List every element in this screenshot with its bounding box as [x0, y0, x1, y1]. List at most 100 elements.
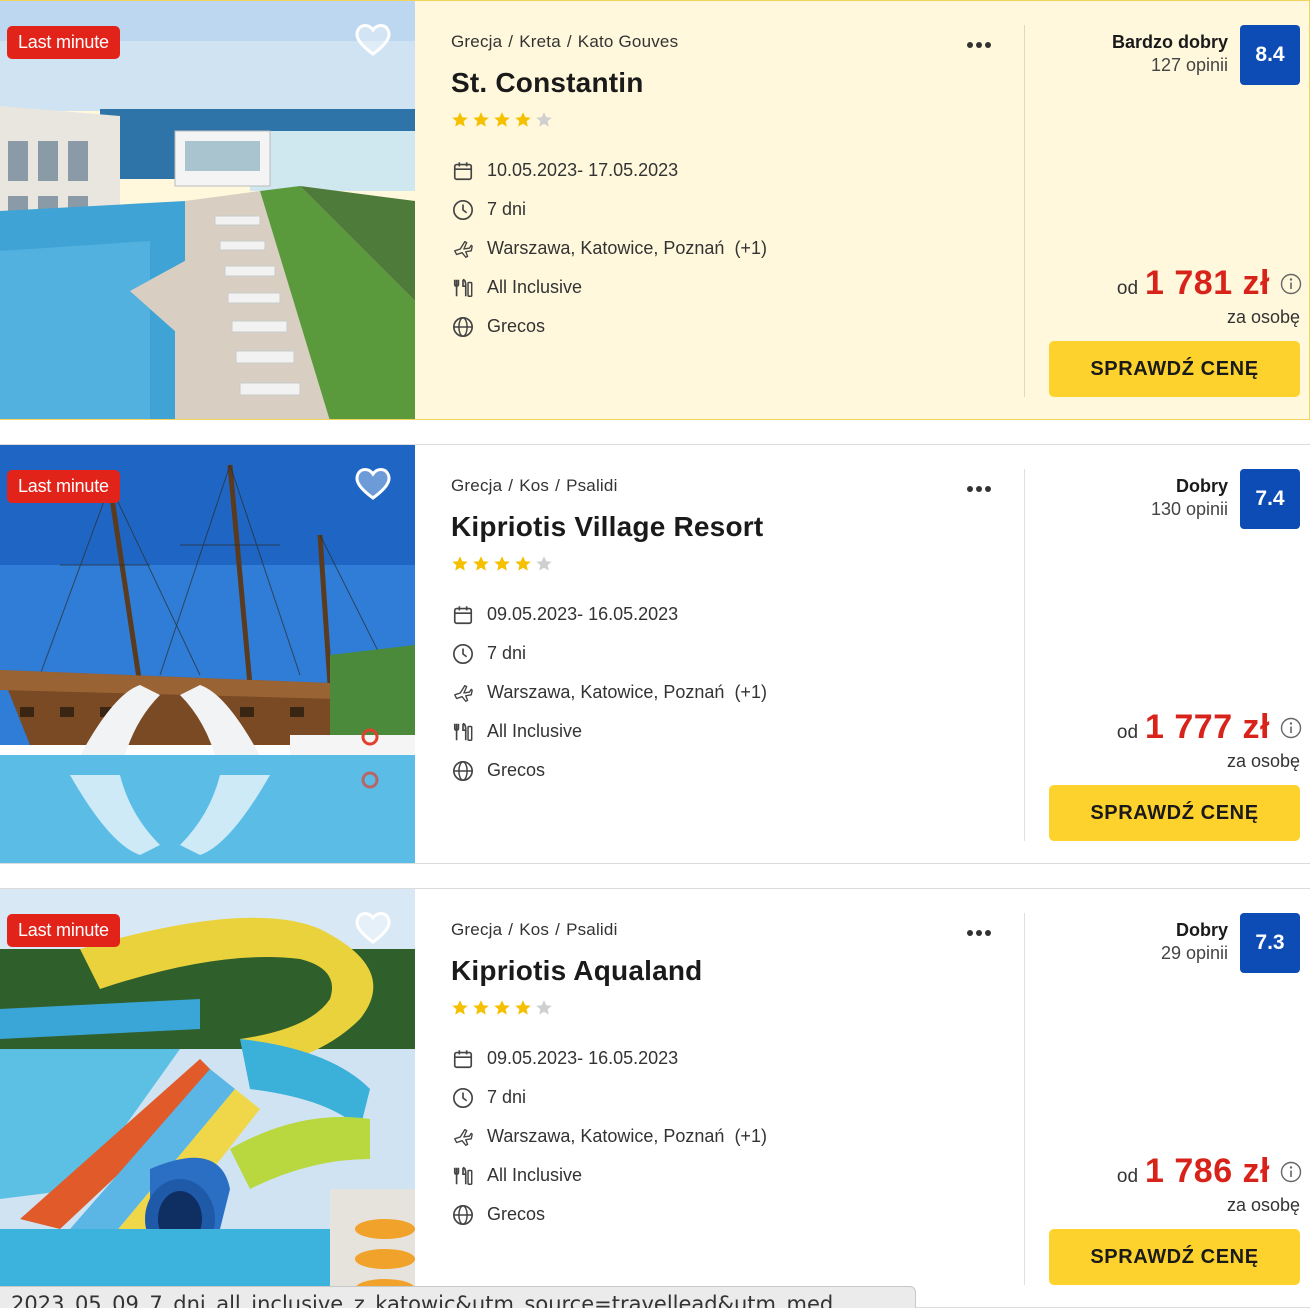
board-row: All Inclusive [451, 268, 767, 307]
waterslides-photo [0, 889, 415, 1307]
departures-more[interactable]: (+1) [734, 1126, 767, 1147]
offer-facts: 09.05.2023- 16.05.2023 7 dni Warszawa, K… [451, 1039, 767, 1234]
hotel-name[interactable]: Kipriotis Village Resort [451, 511, 763, 543]
more-options-icon[interactable] [967, 921, 999, 941]
star-filled-icon [514, 999, 532, 1021]
price-amount: 1 786 zł [1145, 1152, 1270, 1190]
dates-text: 09.05.2023- 16.05.2023 [487, 1048, 679, 1068]
duration-row: 7 dni [451, 634, 767, 673]
operator-text: Grecos [487, 1204, 546, 1224]
rating-summary: Dobry 130 opinii [1151, 476, 1228, 520]
star-filled-icon [451, 999, 469, 1021]
score-badge: 7.4 [1240, 469, 1300, 529]
price-note: za osobę [1226, 307, 1300, 327]
duration-row: 7 dni [451, 190, 767, 229]
departures-text: Warszawa, Katowice, Poznań [487, 682, 725, 702]
price-note: za osobę [1226, 1195, 1300, 1215]
dates-row: 09.05.2023- 16.05.2023 [451, 1039, 767, 1078]
board-row: All Inclusive [451, 1156, 767, 1195]
star-filled-icon [451, 555, 469, 577]
hotel-name[interactable]: St. Constantin [451, 67, 644, 99]
offer-facts: 09.05.2023- 16.05.2023 7 dni Warszawa, K… [451, 595, 767, 790]
cutlery-icon [451, 276, 475, 300]
globe-icon [451, 759, 475, 783]
operator-row: Grecos [451, 1195, 767, 1234]
operator-text: Grecos [487, 316, 546, 336]
star-filled-icon [493, 555, 511, 577]
globe-icon [451, 1203, 475, 1227]
offer-info: Grecja / Kos / Psalidi Kipriotis Village Res… [415, 445, 1025, 863]
departures-text: Warszawa, Katowice, Poznań [487, 1126, 725, 1146]
price-prefix: od [1116, 278, 1139, 299]
dates-text: 10.05.2023- 17.05.2023 [487, 160, 679, 180]
duration-text: 7 dni [487, 1087, 527, 1107]
board-text: All Inclusive [487, 277, 583, 297]
heart-icon[interactable] [354, 467, 392, 501]
hotel-photo[interactable]: Last minute [0, 445, 415, 863]
info-icon[interactable] [1280, 273, 1302, 295]
more-options-icon[interactable] [967, 477, 999, 497]
duration-text: 7 dni [487, 643, 527, 663]
rating-label: Dobry [1175, 920, 1228, 940]
star-filled-icon [472, 111, 490, 133]
operator-row: Grecos [451, 307, 767, 346]
plane-icon [451, 1125, 475, 1149]
dates-text: 09.05.2023- 16.05.2023 [487, 604, 679, 624]
departures-more[interactable]: (+1) [734, 682, 767, 703]
globe-icon [451, 315, 475, 339]
breadcrumb-country[interactable]: Grecja [451, 476, 502, 495]
departures-row: Warszawa, Katowice, Poznań (+1) [451, 1117, 767, 1156]
price-panel: Bardzo dobry 127 opinii 8.4 od 1 781 zł … [1025, 1, 1310, 419]
price-prefix: od [1116, 1166, 1139, 1187]
more-options-icon[interactable] [967, 33, 999, 53]
departures-row: Warszawa, Katowice, Poznań (+1) [451, 673, 767, 712]
star-filled-icon [493, 999, 511, 1021]
star-filled-icon [451, 111, 469, 133]
duration-text: 7 dni [487, 199, 527, 219]
reviews-count[interactable]: 127 opinii [1112, 55, 1228, 76]
browser-status-bar: 2023_05_09_7_dni_all_inclusive_z_katowic… [0, 1286, 916, 1308]
offer-card[interactable]: Last minute Grecja / Kreta / Kato Gouves St.… [0, 0, 1310, 420]
operator-row: Grecos [451, 751, 767, 790]
star-filled-icon [472, 999, 490, 1021]
star-filled-icon [493, 111, 511, 133]
clock-icon [451, 642, 475, 666]
breadcrumb-region[interactable]: Kreta [519, 32, 561, 51]
departures-more[interactable]: (+1) [734, 238, 767, 259]
hotel-photo[interactable]: Last minute [0, 1, 415, 419]
star-empty-icon [535, 999, 553, 1021]
price-amount: 1 781 zł [1145, 264, 1270, 302]
breadcrumb-city[interactable]: Kato Gouves [578, 32, 678, 51]
reviews-count[interactable]: 130 opinii [1151, 499, 1228, 520]
hotel-photo[interactable]: Last minute [0, 889, 415, 1307]
check-price-button[interactable]: SPRAWDŹ CENĘ [1049, 1229, 1300, 1285]
reviews-count[interactable]: 29 opinii [1161, 943, 1228, 964]
breadcrumb-region[interactable]: Kos [519, 920, 549, 939]
offer-card[interactable]: Last minute Grecja / Kos / Psalidi Kipriotis… [0, 888, 1310, 1308]
check-price-button[interactable]: SPRAWDŹ CENĘ [1049, 341, 1300, 397]
hotel-name[interactable]: Kipriotis Aqualand [451, 955, 702, 987]
clock-icon [451, 198, 475, 222]
check-price-button[interactable]: SPRAWDŹ CENĘ [1049, 785, 1300, 841]
breadcrumb-region[interactable]: Kos [519, 476, 549, 495]
price-note: za osobę [1226, 751, 1300, 771]
score-badge: 8.4 [1240, 25, 1300, 85]
breadcrumb-country[interactable]: Grecja [451, 920, 502, 939]
info-icon[interactable] [1280, 1161, 1302, 1183]
heart-icon[interactable] [354, 23, 392, 57]
status-url: 2023_05_09_7_dni_all_inclusive_z_katowic… [11, 1292, 834, 1308]
clock-icon [451, 1086, 475, 1110]
star-filled-icon [514, 555, 532, 577]
board-row: All Inclusive [451, 712, 767, 751]
heart-icon[interactable] [354, 911, 392, 945]
breadcrumb-city[interactable]: Psalidi [566, 920, 617, 939]
breadcrumb: Grecja / Kos / Psalidi [451, 920, 618, 939]
info-icon[interactable] [1280, 717, 1302, 739]
breadcrumb-country[interactable]: Grecja [451, 32, 502, 51]
price: od 1 777 zł [1117, 708, 1302, 747]
offer-card[interactable]: Last minute Grecja / Kos / Psalidi Kipriotis… [0, 444, 1310, 864]
calendar-icon [451, 1047, 475, 1071]
dates-row: 09.05.2023- 16.05.2023 [451, 595, 767, 634]
rating-label: Dobry [1175, 476, 1228, 496]
breadcrumb-city[interactable]: Psalidi [566, 476, 617, 495]
